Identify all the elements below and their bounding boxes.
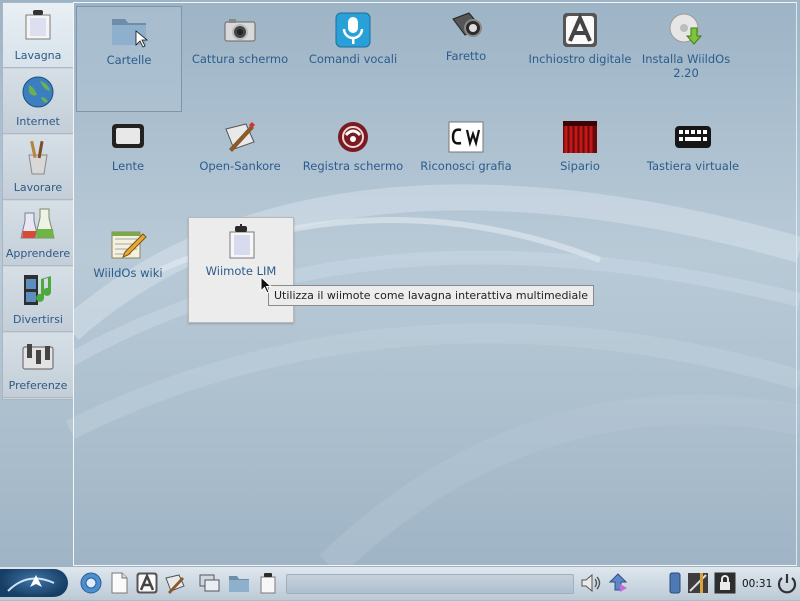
category-lavagna[interactable]: Lavagna [3,3,73,68]
tooltip: Utilizza il wiimote come lavagna interat… [268,285,595,306]
app-faretto[interactable]: Faretto [414,3,518,107]
app-registra-schermo[interactable]: Registra schermo [301,113,405,217]
app-label: Inchiostro digitale [528,52,632,66]
app-label: Cartelle [106,53,152,67]
app-label: Riconosci grafia [420,159,512,173]
brightness-icon[interactable] [687,572,709,594]
clock: 00:31 [742,578,773,590]
app-installa-wiildos[interactable]: Installa WiildOs 2.20 [634,6,738,110]
camera-icon [224,19,256,42]
category-internet[interactable]: Internet [3,69,73,134]
flasks-icon [20,208,55,239]
volume-icon[interactable] [580,572,602,594]
category-label: Preferenze [8,379,68,392]
app-cattura-schermo[interactable]: Cattura schermo [188,6,292,110]
windows-icon[interactable] [199,572,221,594]
app-riconosci-grafia[interactable]: Riconosci grafia [414,113,518,217]
keyboard-icon [675,126,711,148]
category-lavorare[interactable]: Lavorare [3,135,73,200]
app-cartelle[interactable]: Cartelle [76,6,182,112]
pen-board-icon[interactable] [164,572,186,594]
handwriting-icon [448,121,484,153]
wiildos-logo-icon [7,575,55,592]
app-label: Wiimote LIM [205,264,277,278]
taskbar: 00:31 [0,566,800,600]
app-label: Tastiera virtuale [646,159,740,173]
wiimote-board-icon[interactable] [256,572,278,594]
globe-icon [22,76,54,108]
app-label: Sipario [560,159,600,173]
whiteboard-icon [25,10,51,40]
category-label: Divertirsi [12,313,63,326]
task-list[interactable] [286,574,574,594]
film-music-icon [24,275,52,305]
app-label: Registra schermo [302,159,404,173]
category-preferenze[interactable]: Preferenze [3,333,73,398]
app-lente[interactable]: Lente [76,113,180,217]
brushes-icon [28,141,48,175]
app-open-sankore[interactable]: Open-Sankore [188,113,292,217]
app-wiildos-wiki[interactable]: WiildOs wiki [76,220,180,324]
category-label: Lavorare [13,181,63,194]
start-menu-button[interactable] [0,569,68,597]
power-icon[interactable] [776,572,798,594]
category-divertirsi[interactable]: Divertirsi [3,267,73,332]
app-label: Open-Sankore [199,159,281,173]
category-label: Apprendere [5,247,71,260]
settings-icon [22,344,54,370]
app-sipario[interactable]: Sipario [528,113,632,217]
letter-a-icon [563,12,597,47]
microphone-icon [335,12,371,48]
record-screen-icon [338,122,368,152]
app-inchiostro-digitale[interactable]: Inchiostro digitale [528,6,632,110]
lock-icon[interactable] [714,572,736,594]
folder-icon[interactable] [228,572,250,594]
folder-icon [112,19,148,48]
install-cd-icon [669,13,703,45]
category-sidebar: Lavagna Internet Lavorare Apprendere Div… [2,2,74,400]
chromium-icon[interactable] [80,572,102,594]
network-icon[interactable] [607,572,629,594]
app-label: Cattura schermo [191,52,289,66]
mouse-cursor-icon [260,276,272,294]
notepad-pen-icon [111,231,147,259]
wiimote-board-icon [229,224,255,259]
pen-board-icon [225,122,255,152]
app-label: Installa WiildOs 2.20 [641,52,731,80]
app-tastiera-virtuale[interactable]: Tastiera virtuale [641,113,745,217]
curtain-icon [563,121,597,153]
category-label: Internet [16,115,60,128]
app-label: WiildOs wiki [93,266,163,280]
app-label: Comandi vocali [308,52,398,66]
category-apprendere[interactable]: Apprendere [3,201,73,266]
app-label: Lente [111,159,145,173]
spotlight-icon [452,12,482,37]
document-icon[interactable] [108,572,130,594]
battery-icon[interactable] [664,572,686,594]
app-comandi-vocali[interactable]: Comandi vocali [301,6,405,110]
letter-a-icon[interactable] [136,572,158,594]
app-label: Faretto [445,49,487,63]
app-wiimote-lim[interactable]: Wiimote LIM [188,217,294,323]
category-label: Lavagna [14,49,62,62]
magnifier-screen-icon [112,124,144,148]
